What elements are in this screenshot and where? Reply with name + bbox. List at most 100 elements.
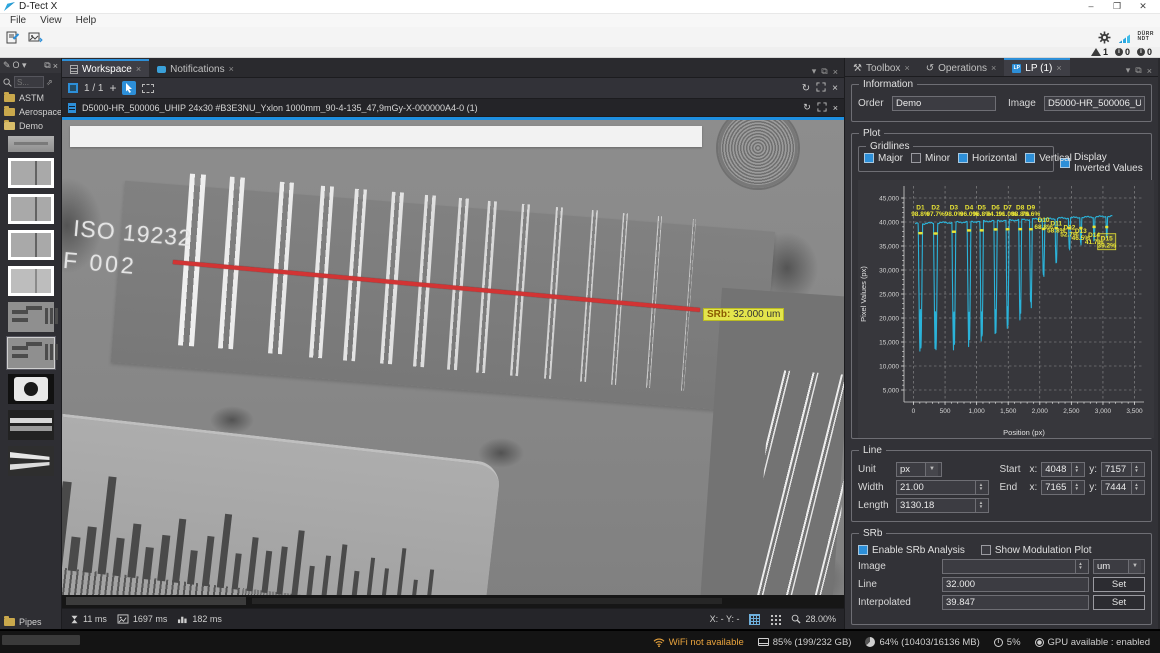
end-y-field[interactable]: 7444▲▼	[1101, 480, 1145, 495]
thumbnail-selected[interactable]	[8, 338, 54, 368]
srb-interpolated-field[interactable]: 39.847	[942, 595, 1089, 610]
start-y-field[interactable]: 7157▲▼	[1101, 462, 1145, 477]
close-button[interactable]: ✕	[1130, 0, 1156, 13]
close-icon[interactable]: ×	[833, 67, 838, 77]
close-panel-icon[interactable]: ×	[53, 61, 58, 71]
close-tab-icon[interactable]: ×	[1056, 63, 1061, 73]
chevron-down-icon[interactable]: ▾	[1126, 65, 1131, 76]
warning-badge[interactable]: 1	[1091, 47, 1108, 57]
popout-icon[interactable]: ⧉	[1135, 65, 1141, 76]
image-time: 1697 ms	[133, 614, 168, 624]
checkbox-minor[interactable]: Minor	[911, 153, 950, 164]
checkbox-enable-srb[interactable]: Enable SRb Analysis	[858, 545, 965, 556]
dots-toggle-icon[interactable]	[770, 614, 781, 625]
spinner-icon[interactable]: ▲▼	[975, 481, 985, 494]
close-tab-icon[interactable]: ×	[904, 63, 909, 73]
checkbox-vertical[interactable]: Vertical	[1025, 153, 1072, 164]
close-tab-icon[interactable]: ×	[229, 64, 234, 74]
tab-lp[interactable]: LPLP (1)×	[1004, 58, 1069, 76]
statusbar-grip	[2, 635, 80, 645]
spinner-icon[interactable]: ▲▼	[1131, 463, 1141, 476]
thumbnail[interactable]	[8, 136, 54, 152]
edit-report-icon[interactable]	[6, 31, 20, 44]
srb-image-field[interactable]: ▲▼	[942, 559, 1089, 574]
sort-dropdown[interactable]: O ▾	[13, 60, 27, 71]
unit-dropdown[interactable]: px▼	[896, 462, 942, 477]
folder-pipes[interactable]: Pipes	[0, 615, 61, 629]
fullscreen-icon[interactable]	[816, 82, 826, 95]
popout-icon[interactable]: ⧉	[44, 60, 50, 71]
menu-view[interactable]: View	[34, 15, 68, 26]
folder-icon	[4, 618, 15, 626]
order-field[interactable]: Demo	[892, 96, 996, 111]
chevron-down-icon[interactable]: ▾	[812, 66, 817, 77]
thumbnail[interactable]	[8, 230, 54, 260]
tab-toolbox[interactable]: ⚒Toolbox×	[845, 58, 918, 76]
expand-icon[interactable]: ⇗	[46, 78, 53, 87]
thumbnail[interactable]	[8, 374, 54, 404]
svg-text:1,500: 1,500	[1000, 408, 1017, 415]
thumbnail[interactable]	[8, 446, 54, 476]
warning-icon	[1091, 48, 1101, 56]
minimize-button[interactable]: –	[1078, 0, 1104, 13]
radiograph-viewport[interactable]: ISO 19232 F 002 SRb: 32.000 um	[62, 120, 844, 608]
checkbox-display-inverted[interactable]: Display Inverted Values	[1060, 152, 1145, 174]
add-view-button[interactable]: +	[109, 81, 116, 95]
close-icon[interactable]: ×	[832, 83, 838, 94]
menu-help[interactable]: Help	[70, 15, 103, 26]
edit-icon[interactable]: ✎	[3, 60, 11, 71]
folder-aerospace[interactable]: Aerospace	[0, 105, 61, 119]
spinner-icon[interactable]: ▲▼	[1075, 560, 1085, 573]
grid-toggle-icon[interactable]	[749, 614, 760, 625]
export-image-icon[interactable]	[28, 31, 43, 44]
folder-demo[interactable]: Demo	[0, 119, 61, 133]
end-x-field[interactable]: 7165▲▼	[1041, 480, 1085, 495]
width-field[interactable]: 21.00▲▼	[896, 480, 989, 495]
tab-notifications[interactable]: Notifications×	[149, 59, 242, 77]
fullscreen-icon[interactable]	[817, 102, 827, 114]
checkbox-major[interactable]: Major	[864, 153, 903, 164]
pointer-tool-button[interactable]	[122, 81, 136, 95]
select-region-icon[interactable]	[142, 84, 154, 93]
set-line-button[interactable]: Set	[1093, 577, 1145, 592]
set-interpolated-button[interactable]: Set	[1093, 595, 1145, 610]
thumbnail[interactable]	[8, 302, 54, 332]
folder-astm[interactable]: ASTM	[0, 91, 61, 105]
search-input[interactable]	[14, 76, 44, 88]
image-field[interactable]: D5000-HR_500006_UHIP 24x30 #B:	[1044, 96, 1145, 111]
line-profile-chart[interactable]: 5,00010,00015,00020,00025,00030,00035,00…	[858, 180, 1145, 441]
close-tab-icon[interactable]: ×	[136, 64, 141, 74]
close-tab-icon[interactable]: ×	[991, 63, 996, 73]
info-badge-2[interactable]: i0	[1137, 47, 1152, 57]
start-x-field[interactable]: 4048▲▼	[1041, 462, 1085, 477]
refresh-icon[interactable]: ↻	[802, 83, 810, 94]
menu-file[interactable]: File	[4, 15, 32, 26]
restore-button[interactable]: ❐	[1104, 0, 1130, 13]
thumbnail[interactable]	[8, 410, 54, 440]
checkbox-horizontal[interactable]: Horizontal	[958, 153, 1017, 164]
thumbnail[interactable]	[8, 266, 54, 296]
image-window-titlebar[interactable]: D5000-HR_500006_UHIP 24x30 #B3E3NU_Yxlon…	[62, 99, 844, 117]
spinner-icon[interactable]: ▲▼	[975, 499, 985, 512]
spinner-icon[interactable]: ▲▼	[1071, 481, 1081, 494]
settings-gear-icon[interactable]	[1098, 31, 1111, 44]
close-icon[interactable]: ×	[1147, 66, 1152, 76]
checkbox-show-modulation[interactable]: Show Modulation Plot	[981, 545, 1092, 556]
thumbnail[interactable]	[8, 194, 54, 224]
layout-icon[interactable]	[68, 83, 78, 93]
order-label: Order	[858, 98, 888, 109]
spinner-icon[interactable]: ▲▼	[1071, 463, 1081, 476]
srb-line-field[interactable]: 32.000	[942, 577, 1089, 592]
svg-text:15,000: 15,000	[879, 339, 899, 346]
srb-unit-dropdown[interactable]: um▼	[1093, 559, 1145, 574]
length-field[interactable]: 3130.18▲▼	[896, 498, 989, 513]
thumbnail[interactable]	[8, 158, 54, 188]
tab-operations[interactable]: ↺Operations×	[918, 58, 1005, 76]
spinner-icon[interactable]: ▲▼	[1131, 481, 1141, 494]
close-icon[interactable]: ×	[833, 103, 838, 113]
popout-icon[interactable]: ⧉	[821, 66, 827, 77]
refresh-icon[interactable]: ↻	[803, 102, 811, 113]
zoom-level[interactable]: 28.00%	[805, 614, 836, 624]
tab-workspace[interactable]: Workspace×	[62, 59, 149, 77]
info-badge-1[interactable]: i0	[1115, 47, 1130, 57]
